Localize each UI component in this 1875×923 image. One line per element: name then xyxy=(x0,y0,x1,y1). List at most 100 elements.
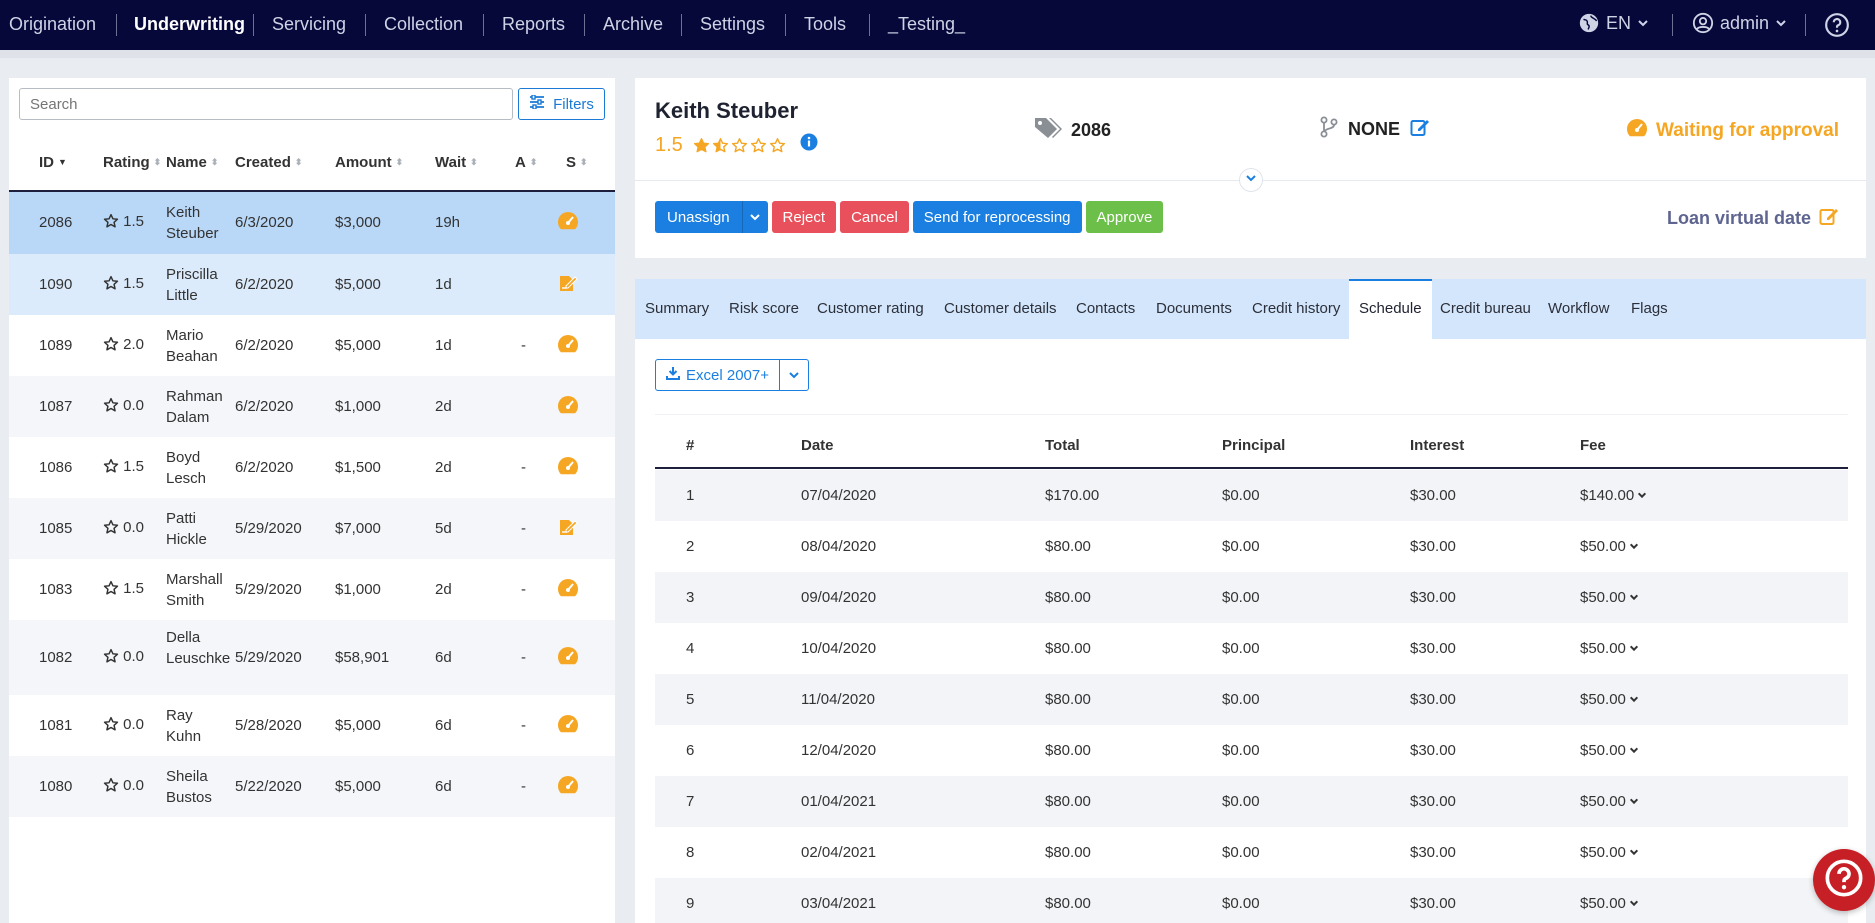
floating-help-button[interactable] xyxy=(1813,849,1875,911)
tab-customer-rating[interactable]: Customer rating xyxy=(817,279,924,339)
nav-underwriting[interactable]: Underwriting xyxy=(134,14,245,35)
rating-stars xyxy=(693,137,786,154)
nav-collection[interactable]: Collection xyxy=(384,14,463,35)
fee-dropdown[interactable]: $50.00 xyxy=(1580,691,1639,708)
nav-reports[interactable]: Reports xyxy=(502,14,565,35)
row-rating-value: 0.0 xyxy=(123,777,145,794)
row-amount: $58,901 xyxy=(335,649,390,666)
row-number: 2 xyxy=(686,538,695,555)
row-assigned: - xyxy=(521,520,526,537)
chevron-down-icon xyxy=(1629,538,1639,555)
list-item[interactable]: 1080 0.0 Sheila Bustos 5/22/2020 $5,000 6d - xyxy=(9,756,615,817)
fee-dropdown[interactable]: $50.00 xyxy=(1580,640,1639,657)
row-number: 1 xyxy=(686,487,695,504)
info-icon[interactable] xyxy=(800,133,818,157)
unassign-button[interactable]: Unassign xyxy=(655,201,768,233)
nav-servicing[interactable]: Servicing xyxy=(272,14,346,35)
row-wait: 1d xyxy=(435,337,452,354)
chevron-down-icon xyxy=(1629,691,1639,708)
filters-button[interactable]: Filters xyxy=(518,88,605,120)
column-wait[interactable]: Wait ⬍ xyxy=(435,154,478,171)
row-total: $80.00 xyxy=(1045,844,1091,861)
send-for-reprocessing-button[interactable]: Send for reprocessing xyxy=(912,201,1082,233)
tab-credit-bureau[interactable]: Credit bureau xyxy=(1440,279,1531,339)
tab-flags[interactable]: Flags xyxy=(1631,279,1668,339)
row-created: 6/2/2020 xyxy=(235,398,294,415)
chevron-down-icon[interactable] xyxy=(741,201,768,233)
customer-rating: 1.5 xyxy=(655,133,818,157)
export-options-dropdown[interactable] xyxy=(780,360,808,390)
row-created: 6/2/2020 xyxy=(235,337,294,354)
tab-credit-history[interactable]: Credit history xyxy=(1252,279,1340,339)
column-status[interactable]: S ⬍ xyxy=(566,154,588,171)
export-excel-button[interactable]: Excel 2007+ xyxy=(656,360,780,390)
list-item[interactable]: 1089 2.0 Mario Beahan 6/2/2020 $5,000 1d - xyxy=(9,315,615,376)
user-menu[interactable]: admin xyxy=(1692,12,1787,34)
chevron-down-icon xyxy=(789,372,799,379)
approve-button[interactable]: Approve xyxy=(1085,201,1164,233)
fee-dropdown[interactable]: $50.00 xyxy=(1580,742,1639,759)
row-id: 1080 xyxy=(39,778,73,795)
column-rating[interactable]: Rating ⬍ xyxy=(103,154,161,171)
tab-customer-details[interactable]: Customer details xyxy=(944,279,1057,339)
fee-dropdown[interactable]: $50.00 xyxy=(1580,844,1639,861)
row-wait: 19h xyxy=(435,214,461,231)
language-selector[interactable]: EN xyxy=(1578,12,1649,34)
column-amount[interactable]: Amount ⬍ xyxy=(335,154,403,171)
row-wait: 5d xyxy=(435,520,452,537)
row-rating-value: 1.5 xyxy=(123,275,145,292)
column-assigned[interactable]: A ⬍ xyxy=(515,154,537,171)
tab-schedule[interactable]: Schedule xyxy=(1349,279,1432,339)
star-icon xyxy=(103,397,119,414)
row-number: 7 xyxy=(686,793,695,810)
star-icon xyxy=(103,458,119,475)
excel-export-button: Excel 2007+ xyxy=(655,359,809,391)
nav-settings[interactable]: Settings xyxy=(700,14,765,35)
nav-tools[interactable]: Tools xyxy=(804,14,846,35)
list-item[interactable]: 1086 1.5 Boyd Lesch 6/2/2020 $1,500 2d - xyxy=(9,437,615,498)
tab-summary[interactable]: Summary xyxy=(645,279,709,339)
search-input[interactable] xyxy=(19,88,513,120)
row-fee: $50.00 xyxy=(1580,589,1626,606)
customer-name: Keith Steuber xyxy=(655,98,799,123)
fee-dropdown[interactable]: $50.00 xyxy=(1580,793,1639,810)
cancel-button[interactable]: Cancel xyxy=(840,201,909,233)
reject-button[interactable]: Reject xyxy=(771,201,837,233)
star-icon xyxy=(731,137,747,152)
nav-testing[interactable]: _Testing_ xyxy=(888,14,965,35)
tab-workflow[interactable]: Workflow xyxy=(1548,279,1609,339)
column-id[interactable]: ID ▼ xyxy=(39,154,67,171)
list-item[interactable]: 1090 1.5 Priscilla Little 6/2/2020 $5,000 1d xyxy=(9,254,615,315)
list-item[interactable]: 1083 1.5 Marshall Smith 5/29/2020 $1,000 2d - xyxy=(9,559,615,620)
help-button[interactable] xyxy=(1824,12,1850,38)
row-amount: $1,500 xyxy=(335,459,381,476)
fee-dropdown[interactable]: $50.00 xyxy=(1580,589,1639,606)
nav-archive[interactable]: Archive xyxy=(603,14,663,35)
column-name[interactable]: Name ⬍ xyxy=(166,154,218,171)
schedule-table-header: # Date Total Principal Interest Fee xyxy=(655,414,1848,469)
nav-separator xyxy=(1672,14,1673,36)
column-created[interactable]: Created ⬍ xyxy=(235,154,302,171)
fee-dropdown[interactable]: $50.00 xyxy=(1580,538,1639,555)
row-total: $80.00 xyxy=(1045,742,1091,759)
rating-value: 1.5 xyxy=(655,133,683,156)
list-item[interactable]: 1082 0.0 Della Leuschke 5/29/2020 $58,901 6d… xyxy=(9,620,615,695)
tab-documents[interactable]: Documents xyxy=(1156,279,1232,339)
list-item[interactable]: 1087 0.0 Rahman Dalam 6/2/2020 $1,000 2d xyxy=(9,376,615,437)
row-amount: $5,000 xyxy=(335,337,381,354)
nav-origination[interactable]: Origination xyxy=(9,14,96,35)
list-item[interactable]: 1081 0.0 Ray Kuhn 5/28/2020 $5,000 6d - xyxy=(9,695,615,756)
loan-virtual-date[interactable]: Loan virtual date xyxy=(1667,206,1839,231)
row-created: 5/28/2020 xyxy=(235,717,302,734)
chevron-down-icon xyxy=(1629,589,1639,606)
edit-icon[interactable] xyxy=(1410,117,1430,142)
edit-icon xyxy=(1819,206,1839,231)
globe-icon xyxy=(1578,12,1600,34)
list-item[interactable]: 2086 1.5 Keith Steuber 6/3/2020 $3,000 19h xyxy=(9,192,615,254)
expand-details-button[interactable] xyxy=(1239,168,1263,192)
fee-dropdown[interactable]: $140.00 xyxy=(1580,487,1647,504)
fee-dropdown[interactable]: $50.00 xyxy=(1580,895,1639,912)
list-item[interactable]: 1085 0.0 Patti Hickle 5/29/2020 $7,000 5d - xyxy=(9,498,615,559)
tab-risk-score[interactable]: Risk score xyxy=(729,279,799,339)
tab-contacts[interactable]: Contacts xyxy=(1076,279,1135,339)
